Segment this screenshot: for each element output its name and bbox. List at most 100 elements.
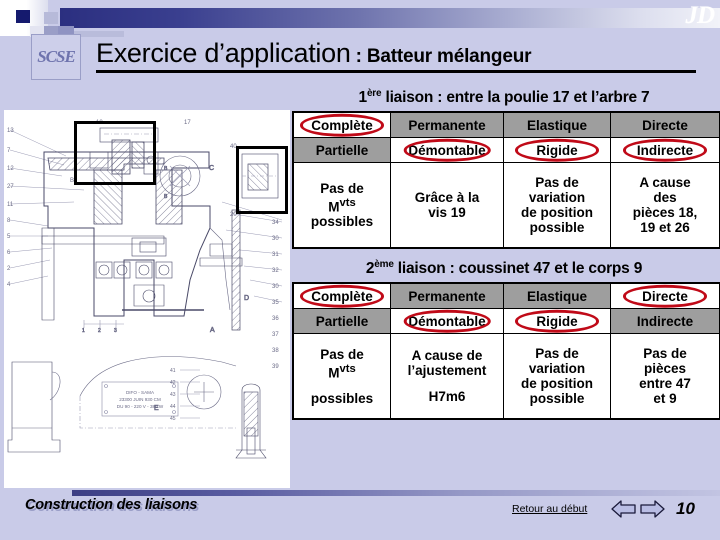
justification-text: Pas de variation de position possible bbox=[521, 175, 593, 236]
top-gradient-band bbox=[60, 8, 720, 28]
cell-label: Rigide bbox=[536, 313, 578, 329]
cell-complete-1[interactable]: Complète bbox=[292, 111, 391, 139]
justification-1-col3: Pas de variation de position possible bbox=[503, 162, 611, 249]
svg-text:36: 36 bbox=[272, 316, 279, 322]
justification-2-col4: Pas de pièces entre 47 et 9 bbox=[610, 333, 720, 420]
left-arrow-icon bbox=[611, 500, 636, 518]
liaison-2-table: Complète Permanente Elastique Directe Pa… bbox=[292, 282, 720, 421]
cell-label: Permanente bbox=[408, 288, 486, 304]
cell-partielle-2[interactable]: Partielle bbox=[292, 308, 391, 335]
cell-directe-2[interactable]: Directe bbox=[610, 282, 720, 310]
justification-2-col2: A cause de l’ajustement H7m6 bbox=[390, 333, 504, 420]
svg-text:27: 27 bbox=[7, 184, 14, 190]
footer-rule-left bbox=[0, 490, 72, 496]
table-row: Complète Permanente Elastique Directe bbox=[292, 111, 720, 139]
cell-permanente-2[interactable]: Permanente bbox=[390, 282, 504, 310]
cell-complete-2[interactable]: Complète bbox=[292, 282, 391, 310]
technical-drawing: B B 1 2 3 A D E C DIFO - SAMA 23300 JUIN… bbox=[4, 110, 290, 488]
cell-demontable-1[interactable]: Démontable bbox=[390, 137, 504, 164]
back-to-start-link[interactable]: Retour au début bbox=[512, 503, 587, 515]
cell-label: Démontable bbox=[408, 142, 486, 158]
section-2-ordinal: ème bbox=[374, 259, 394, 271]
deco-square-light-1 bbox=[44, 12, 58, 24]
svg-text:A: A bbox=[210, 327, 215, 334]
cell-indirecte-1[interactable]: Indirecte bbox=[610, 137, 720, 164]
svg-text:23300 JUIN 930 CM: 23300 JUIN 930 CM bbox=[119, 397, 161, 402]
svg-text:31: 31 bbox=[272, 252, 279, 258]
svg-text:45: 45 bbox=[170, 416, 176, 422]
section-2-number: 2 bbox=[365, 260, 375, 278]
cell-label: Complète bbox=[311, 288, 373, 304]
cell-label: Partielle bbox=[315, 313, 369, 329]
drawing-highlight-box-1 bbox=[74, 121, 156, 185]
justification-1-col4: A cause des pièces 18, 19 et 26 bbox=[610, 162, 720, 249]
page-title: Exercice d’application : Batteur mélange… bbox=[96, 38, 696, 73]
svg-text:13: 13 bbox=[7, 128, 14, 134]
justification-text: A cause des pièces 18, 19 et 26 bbox=[632, 175, 698, 236]
svg-text:43: 43 bbox=[170, 392, 176, 398]
svg-text:44: 44 bbox=[170, 404, 176, 410]
svg-text:34: 34 bbox=[272, 220, 279, 226]
cell-directe-1[interactable]: Directe bbox=[610, 111, 720, 139]
cell-demontable-2[interactable]: Démontable bbox=[390, 308, 504, 335]
cell-label: Rigide bbox=[536, 142, 578, 158]
navigation-arrows bbox=[610, 498, 668, 522]
svg-text:41: 41 bbox=[170, 368, 176, 374]
table-row: Partielle Démontable Rigide Indirecte bbox=[292, 308, 720, 335]
top-decoration-bar: JD bbox=[0, 0, 720, 37]
deco-square-dark bbox=[16, 10, 30, 23]
justification-1-col2: Grâce à la vis 19 bbox=[390, 162, 504, 249]
svg-text:C: C bbox=[209, 165, 214, 172]
cell-elastique-2[interactable]: Elastique bbox=[503, 282, 611, 310]
table-row: Pas de Mvts possibles Grâce à la vis 19 Pas… bbox=[292, 162, 720, 249]
svg-text:42: 42 bbox=[170, 380, 176, 386]
cell-label: Permanente bbox=[408, 117, 486, 133]
cell-label: Directe bbox=[642, 288, 688, 304]
section-title-liaison-1: 1ère liaison : entre la poulie 17 et l’a… bbox=[292, 88, 716, 107]
cell-indirecte-2[interactable]: Indirecte bbox=[610, 308, 720, 335]
svg-text:38: 38 bbox=[272, 348, 279, 354]
section-1-number: 1 bbox=[358, 89, 368, 107]
page-title-main: Exercice d’application bbox=[96, 38, 351, 68]
footer-title: Construction des liaisons bbox=[25, 497, 198, 513]
right-arrow-icon bbox=[640, 500, 665, 518]
cell-permanente-1[interactable]: Permanente bbox=[390, 111, 504, 139]
justification-text: Pas de pièces entre 47 et 9 bbox=[639, 346, 691, 407]
liaison-1-table: Complète Permanente Elastique Directe Pa… bbox=[292, 111, 720, 250]
cell-rigide-2[interactable]: Rigide bbox=[503, 308, 611, 335]
cell-rigide-1[interactable]: Rigide bbox=[503, 137, 611, 164]
cell-label: Elastique bbox=[526, 288, 588, 304]
cell-elastique-1[interactable]: Elastique bbox=[503, 111, 611, 139]
svg-text:DIFO - SAMA: DIFO - SAMA bbox=[126, 390, 155, 395]
cell-label: Partielle bbox=[315, 142, 369, 158]
svg-text:35: 35 bbox=[272, 300, 279, 306]
svg-text:2: 2 bbox=[98, 328, 101, 334]
svg-text:17: 17 bbox=[184, 120, 191, 126]
justification-text: A cause de l’ajustement H7m6 bbox=[407, 348, 487, 405]
liaison-tables-panel: 1ère liaison : entre la poulie 17 et l’a… bbox=[292, 88, 720, 421]
cell-label: Indirecte bbox=[636, 142, 694, 158]
cell-partielle-1[interactable]: Partielle bbox=[292, 137, 391, 164]
table-row: Partielle Démontable Rigide Indirecte bbox=[292, 137, 720, 164]
svg-text:11: 11 bbox=[7, 202, 14, 208]
table-row: Complète Permanente Elastique Directe bbox=[292, 282, 720, 310]
section-1-text: liaison : entre la poulie 17 et l’arbre … bbox=[381, 89, 650, 107]
table-row: Pas de Mvts possibles A cause de l’ajusteme… bbox=[292, 333, 720, 420]
svg-text:D: D bbox=[244, 295, 249, 302]
svg-text:12: 12 bbox=[7, 166, 14, 172]
cell-label: Indirecte bbox=[636, 313, 694, 329]
justification-text: Pas de Mvts possibles bbox=[310, 346, 374, 407]
justification-2-col1: Pas de Mvts possibles bbox=[292, 333, 391, 420]
cell-label: Démontable bbox=[408, 313, 486, 329]
slide-canvas: JD SCSE Exercice d’application : Batteur… bbox=[0, 0, 720, 540]
justification-text: Pas de Mvts possibles bbox=[310, 180, 374, 230]
page-number: 10 bbox=[676, 499, 695, 518]
svg-text:39: 39 bbox=[272, 364, 279, 370]
footer-divider bbox=[72, 490, 720, 496]
justification-1-col1: Pas de Mvts possibles bbox=[292, 162, 391, 249]
svg-text:30: 30 bbox=[272, 236, 279, 242]
cell-label: Elastique bbox=[526, 117, 588, 133]
section-title-liaison-2: 2ème liaison : coussinet 47 et le corps … bbox=[292, 259, 716, 278]
section-2-text: liaison : coussinet 47 et le corps 9 bbox=[393, 260, 643, 278]
